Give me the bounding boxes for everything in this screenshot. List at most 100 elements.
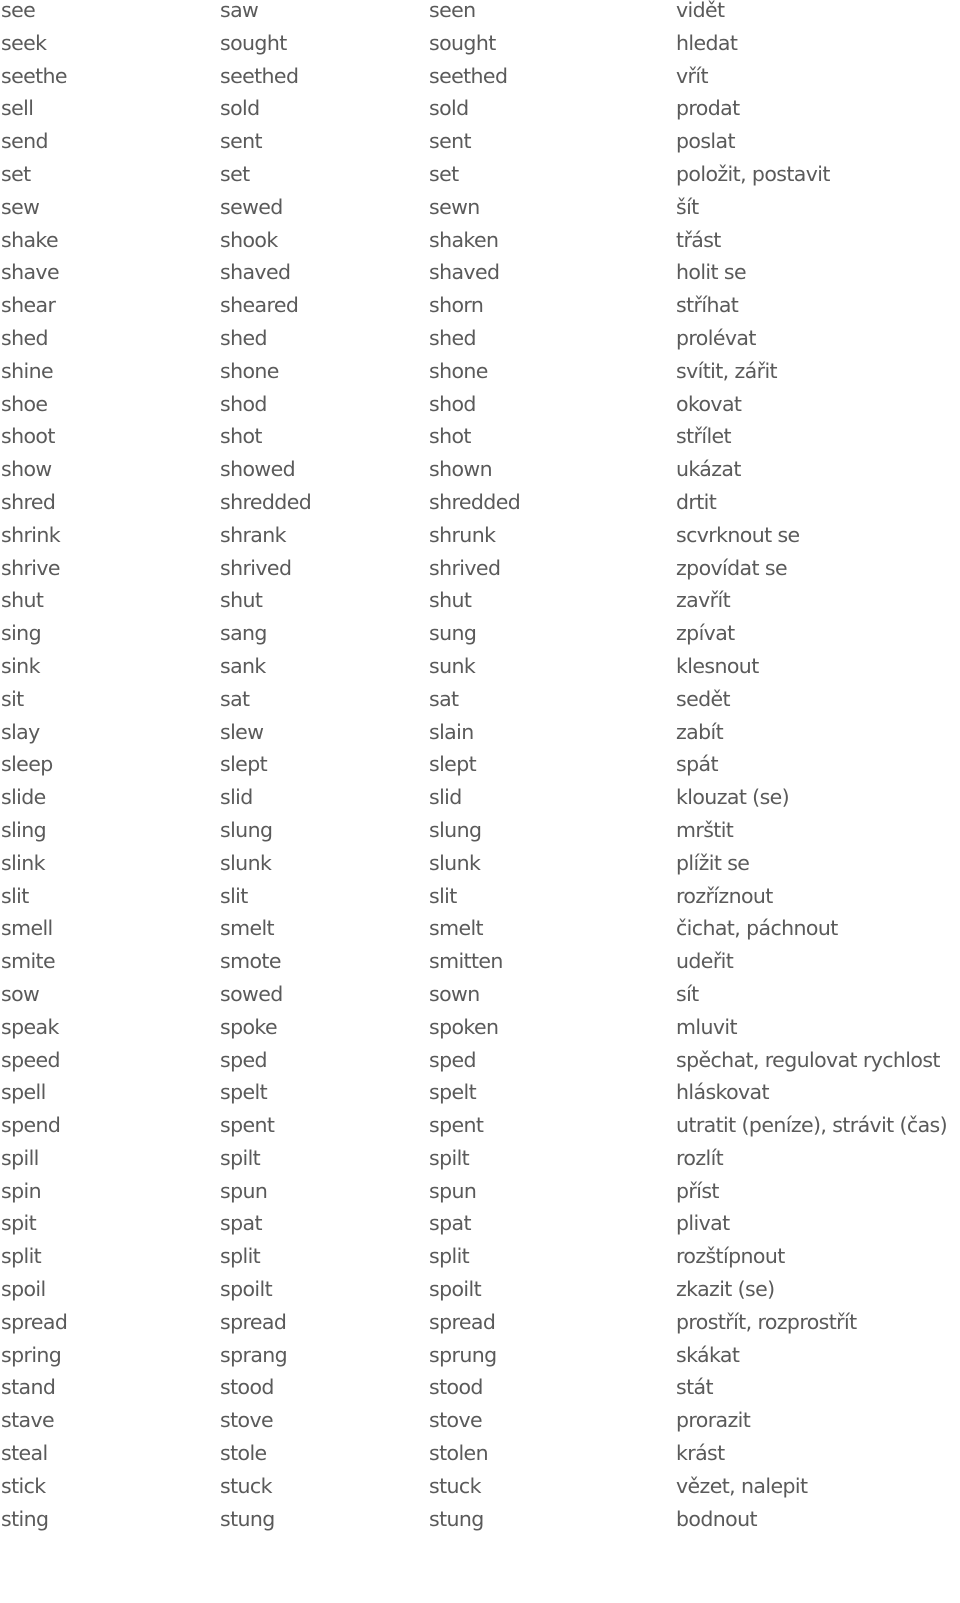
past-participle-cell: shod bbox=[429, 391, 476, 416]
past-simple-cell: spread bbox=[220, 1309, 287, 1334]
past-simple-cell: spilt bbox=[220, 1145, 261, 1170]
base-form-cell: spoil bbox=[1, 1277, 46, 1302]
past-participle-cell: sunk bbox=[429, 653, 476, 678]
past-participle-cell: spun bbox=[429, 1178, 477, 1203]
base-form-cell: send bbox=[1, 129, 49, 154]
past-simple-cell: shredded bbox=[220, 489, 312, 514]
past-participle-cell: spilt bbox=[429, 1145, 470, 1170]
base-form-cell: slide bbox=[1, 785, 46, 810]
translation-cell: plivat bbox=[676, 1211, 730, 1236]
base-form-cell: shoe bbox=[1, 391, 48, 416]
base-form-cell: sling bbox=[1, 817, 47, 842]
translation-cell: plížit se bbox=[676, 850, 750, 875]
past-simple-cell: sprang bbox=[220, 1342, 288, 1367]
past-participle-cell: stood bbox=[429, 1375, 483, 1400]
past-participle-cell: sent bbox=[429, 129, 472, 154]
translation-cell: vězet, nalepit bbox=[676, 1473, 808, 1498]
base-form-cell: shoot bbox=[1, 424, 55, 449]
base-form-cell: seek bbox=[1, 30, 47, 55]
translation-cell: skákat bbox=[676, 1342, 740, 1367]
translation-cell: hledat bbox=[676, 30, 738, 55]
translation-cell: spěchat, regulovat rychlost bbox=[676, 1047, 940, 1072]
past-simple-cell: sank bbox=[220, 653, 266, 678]
past-participle-cell: seen bbox=[429, 0, 476, 22]
translation-cell: klesnout bbox=[676, 653, 759, 678]
past-simple-cell: slew bbox=[220, 719, 264, 744]
translation-cell: sedět bbox=[676, 686, 731, 711]
past-participle-cell: stove bbox=[429, 1408, 483, 1433]
past-simple-cell: spat bbox=[220, 1211, 263, 1236]
verb-row: sink sank sunk klesnout bbox=[0, 653, 960, 686]
translation-cell: klouzat (se) bbox=[676, 785, 790, 810]
verb-row: shoot shot shot střílet bbox=[0, 423, 960, 456]
translation-cell: okovat bbox=[676, 391, 742, 416]
verb-row: slide slid slid klouzat (se) bbox=[0, 784, 960, 817]
past-participle-cell: sped bbox=[429, 1047, 477, 1072]
past-participle-cell: spread bbox=[429, 1309, 496, 1334]
base-form-cell: spit bbox=[1, 1211, 37, 1236]
base-form-cell: shrive bbox=[1, 555, 61, 580]
base-form-cell: sink bbox=[1, 653, 40, 678]
past-simple-cell: stood bbox=[220, 1375, 274, 1400]
verb-row: seethe seethed seethed vřít bbox=[0, 63, 960, 96]
translation-cell: mrštit bbox=[676, 817, 734, 842]
past-participle-cell: stolen bbox=[429, 1441, 489, 1466]
past-participle-cell: stung bbox=[429, 1506, 484, 1531]
past-simple-cell: spoke bbox=[220, 1014, 278, 1039]
translation-cell: zpívat bbox=[676, 621, 735, 646]
past-simple-cell: slung bbox=[220, 817, 273, 842]
past-simple-cell: sowed bbox=[220, 981, 283, 1006]
past-simple-cell: set bbox=[220, 161, 250, 186]
verb-row: spring sprang sprung skákat bbox=[0, 1342, 960, 1375]
past-simple-cell: stole bbox=[220, 1441, 267, 1466]
base-form-cell: slit bbox=[1, 883, 29, 908]
past-participle-cell: sewn bbox=[429, 194, 480, 219]
verb-row: spit spat spat plivat bbox=[0, 1210, 960, 1243]
past-simple-cell: stung bbox=[220, 1506, 275, 1531]
verb-row: speed sped sped spěchat, regulovat rychl… bbox=[0, 1047, 960, 1080]
base-form-cell: shred bbox=[1, 489, 56, 514]
past-participle-cell: slunk bbox=[429, 850, 481, 875]
verb-row: spin spun spun příst bbox=[0, 1178, 960, 1211]
past-simple-cell: stuck bbox=[220, 1473, 272, 1498]
translation-cell: hláskovat bbox=[676, 1080, 770, 1105]
base-form-cell: slink bbox=[1, 850, 46, 875]
past-participle-cell: shot bbox=[429, 424, 471, 449]
translation-cell: zpovídat se bbox=[676, 555, 788, 580]
verb-row: spell spelt spelt hláskovat bbox=[0, 1079, 960, 1112]
verb-row: sting stung stung bodnout bbox=[0, 1506, 960, 1539]
translation-cell: krást bbox=[676, 1441, 725, 1466]
translation-cell: ukázat bbox=[676, 457, 741, 482]
verb-row: shed shed shed prolévat bbox=[0, 325, 960, 358]
translation-cell: stříhat bbox=[676, 293, 739, 318]
verb-row: shoe shod shod okovat bbox=[0, 391, 960, 424]
verb-row: shrink shrank shrunk scvrknout se bbox=[0, 522, 960, 555]
base-form-cell: shut bbox=[1, 588, 44, 613]
past-simple-cell: sped bbox=[220, 1047, 268, 1072]
translation-cell: scvrknout se bbox=[676, 522, 800, 547]
past-simple-cell: slid bbox=[220, 785, 253, 810]
base-form-cell: sell bbox=[1, 96, 34, 121]
translation-cell: položit, postavit bbox=[676, 161, 830, 186]
base-form-cell: sing bbox=[1, 621, 42, 646]
verb-row: sew sewed sewn šít bbox=[0, 194, 960, 227]
past-participle-cell: shaved bbox=[429, 260, 500, 285]
verb-row: slit slit slit rozříznout bbox=[0, 883, 960, 916]
base-form-cell: sting bbox=[1, 1506, 49, 1531]
translation-cell: čichat, páchnout bbox=[676, 916, 838, 941]
translation-cell: rozlít bbox=[676, 1145, 724, 1170]
past-simple-cell: shrank bbox=[220, 522, 287, 547]
translation-cell: zabít bbox=[676, 719, 724, 744]
past-simple-cell: slunk bbox=[220, 850, 272, 875]
base-form-cell: steal bbox=[1, 1441, 48, 1466]
verb-row: send sent sent poslat bbox=[0, 128, 960, 161]
past-simple-cell: spun bbox=[220, 1178, 268, 1203]
base-form-cell: shave bbox=[1, 260, 60, 285]
past-simple-cell: smelt bbox=[220, 916, 275, 941]
translation-cell: třást bbox=[676, 227, 721, 252]
past-participle-cell: shrunk bbox=[429, 522, 496, 547]
verb-row: sow sowed sown sít bbox=[0, 981, 960, 1014]
translation-cell: prolévat bbox=[676, 325, 756, 350]
verb-row: shear sheared shorn stříhat bbox=[0, 292, 960, 325]
translation-cell: šít bbox=[676, 194, 699, 219]
